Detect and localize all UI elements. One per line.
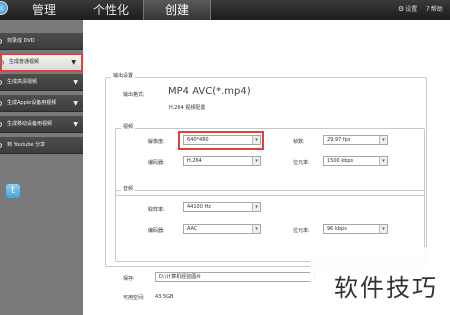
chevron-down-icon: ▾ [252, 225, 260, 233]
help-button[interactable]: ?帮助 [426, 4, 443, 13]
disc-icon [0, 80, 2, 85]
chevron-down-icon: ▾ [252, 157, 260, 165]
save-label: 保存: [123, 276, 135, 282]
save-path-input[interactable]: D:\计算机经验图片 [155, 272, 315, 282]
chevron-down-icon: ▾ [379, 157, 387, 165]
sidebar-item-mobile-video[interactable]: 生成移动设备用视频 ▼ [0, 116, 83, 133]
free-space-label: 可用空间: [123, 295, 145, 301]
disc-icon [0, 143, 2, 148]
caret-down-icon: ▼ [73, 100, 78, 107]
chevron-down-icon: ▾ [252, 136, 260, 144]
chevron-down-icon: ▾ [379, 136, 387, 144]
video-bitrate-label: 位元率: [293, 160, 310, 166]
tab-personalize[interactable]: 个性化 [82, 0, 140, 20]
sidebar-item-apple-video[interactable]: 生成Apple设备用视频 ▼ [0, 95, 83, 112]
audio-bitrate-select[interactable]: 96 kbps ▾ [323, 224, 388, 234]
video-group-title: 视频 [121, 123, 136, 130]
output-settings-title: 输出设置 [111, 72, 136, 79]
video-encoder-label: 编码器: [148, 160, 165, 166]
caret-down-icon: ▼ [71, 59, 76, 66]
samplerate-select[interactable]: 44100 Hz ▾ [183, 202, 261, 212]
sidebar-item-normal-video[interactable]: 生成普通视频 ▼ [0, 53, 83, 72]
settings-button[interactable]: ⚙设置 [398, 4, 417, 13]
sidebar-item-burn-dvd[interactable]: 刻录成 DVD [0, 33, 83, 50]
sidebar-item-youtube-share[interactable]: 到 Youtube 分享 [0, 137, 83, 154]
sidebar-item-hd-video[interactable]: 生成高清视频 ▼ [0, 74, 83, 91]
output-format-value: MP4 AVC(*.mp4) [168, 86, 251, 97]
resolution-select[interactable]: 640*480 ▾ [183, 135, 261, 145]
sidebar: 刻录成 DVD 生成普通视频 ▼ 生成高清视频 ▼ 生成Apple设备用视频 ▼… [0, 20, 83, 315]
video-bitrate-select[interactable]: 1500 kbps ▾ [323, 156, 388, 166]
audio-bitrate-label: 位元率: [293, 228, 310, 234]
video-encoder-select[interactable]: H.264 ▾ [183, 156, 261, 166]
audio-encoder-label: 编码器: [148, 228, 165, 234]
audio-encoder-select[interactable]: AAC ▾ [183, 224, 261, 234]
tab-manage[interactable]: 管理 [20, 0, 68, 20]
caret-down-icon: ▼ [73, 79, 78, 86]
watermark-text: 软件技巧 [334, 274, 438, 302]
framerate-select[interactable]: 29.97 fps ▾ [323, 135, 388, 145]
gear-icon: ⚙ [398, 5, 405, 13]
top-bar: 管理 个性化 创建 ⚙设置 ?帮助 [0, 0, 450, 20]
free-space-value: 43.5GB [155, 294, 174, 300]
output-format-sub: H.264 视频配置 [169, 105, 206, 111]
disc-icon [0, 60, 4, 65]
framerate-label: 帧数: [293, 139, 305, 145]
resolution-label: 解像度: [148, 139, 165, 145]
chevron-down-icon: ▾ [379, 225, 387, 233]
tab-create[interactable]: 创建 [143, 0, 211, 20]
caret-down-icon: ▼ [73, 121, 78, 128]
audio-group-title: 音频 [121, 185, 136, 192]
app-logo [0, 1, 8, 15]
samplerate-label: 取样率: [148, 207, 165, 213]
output-format-label: 输出格式: [123, 92, 145, 98]
chevron-down-icon: ▾ [252, 203, 260, 211]
disc-icon [0, 39, 2, 44]
twitter-icon[interactable]: t [6, 184, 20, 198]
question-icon: ? [426, 5, 430, 13]
disc-icon [0, 122, 2, 127]
disc-icon [0, 101, 2, 106]
